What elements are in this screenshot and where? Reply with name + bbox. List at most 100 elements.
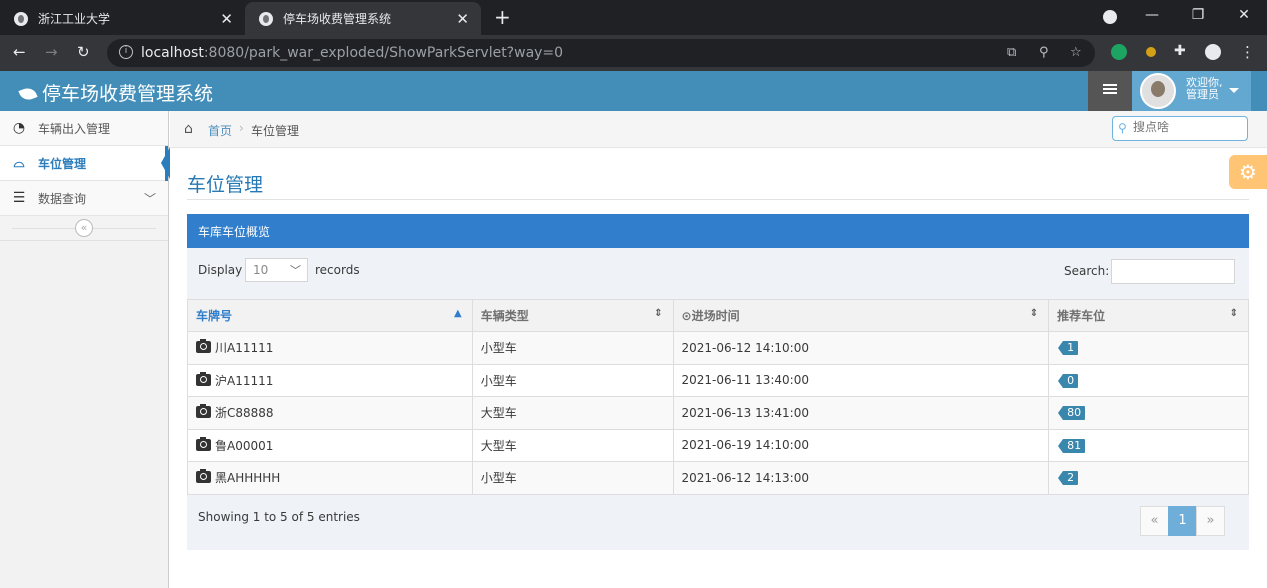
plate-cell[interactable]: 黑AHHHHH <box>187 461 473 495</box>
tab-search-icon[interactable] <box>1103 10 1117 24</box>
slot-cell: 2 <box>1048 461 1249 495</box>
info-icon[interactable]: i <box>119 45 133 59</box>
menu-dots-icon[interactable]: ⋮ <box>1240 43 1255 61</box>
camera-icon[interactable] <box>196 371 211 386</box>
sidebar-item-label: 数据查询 <box>38 191 87 206</box>
chevron-down-icon: ﹀ <box>290 264 301 277</box>
column-header-label: 进场时间 <box>691 309 740 323</box>
tasks-button[interactable] <box>1088 71 1132 111</box>
sort-icon: ⇕ <box>654 308 663 319</box>
camera-icon[interactable] <box>196 469 211 484</box>
nav-search-input[interactable] <box>1133 120 1243 134</box>
inbox-icon: ⌓ <box>13 155 25 171</box>
sidebar-item-vehicle-io[interactable]: ◔ 车辆出入管理 <box>0 111 168 146</box>
double-left-icon[interactable]: « <box>75 219 93 237</box>
plate-cell[interactable]: 浙C88888 <box>187 396 473 430</box>
close-tab-icon[interactable]: ✕ <box>456 10 469 28</box>
minimize-icon[interactable]: — <box>1129 0 1175 30</box>
divider <box>187 199 1249 200</box>
brand[interactable]: 停车场收费管理系统 <box>18 79 214 106</box>
sidebar-collapse: « <box>0 216 168 241</box>
widget-title: 车库车位概览 <box>187 214 1249 248</box>
extension-icon[interactable] <box>1111 44 1127 60</box>
plate-text: 浙C88888 <box>215 406 274 421</box>
column-header-type[interactable]: 车辆类型 ⇕ <box>471 299 674 332</box>
slot-cell: 0 <box>1048 363 1249 397</box>
plate-text: 黑AHHHHH <box>215 471 281 486</box>
plate-cell[interactable]: 川A11111 <box>187 331 473 365</box>
plate-text: 沪A11111 <box>215 373 274 388</box>
sidebar-item-label: 车辆出入管理 <box>38 121 111 136</box>
restore-icon[interactable]: ❐ <box>1175 0 1221 30</box>
leaf-icon <box>18 85 38 103</box>
table-row: 浙C88888 大型车 2021-06-13 13:41:00 80 <box>187 396 1249 430</box>
time-cell: 2021-06-12 14:10:00 <box>672 331 1050 365</box>
address-bar[interactable]: i localhost:8080/park_war_exploded/ShowP… <box>107 39 1095 67</box>
window-controls: — ❐ ✕ <box>1129 0 1267 30</box>
gear-icon: ⚙ <box>1239 160 1257 184</box>
reload-icon[interactable]: ↻ <box>77 43 90 61</box>
display-label: Display <box>198 263 243 277</box>
time-cell: 2021-06-13 13:41:00 <box>672 396 1050 430</box>
time-cell: 2021-06-11 13:40:00 <box>672 363 1050 397</box>
close-window-icon[interactable]: ✕ <box>1221 0 1267 30</box>
list-icon: ☰ <box>12 190 26 206</box>
user-menu[interactable]: 欢迎你, 管理员 <box>1132 71 1251 111</box>
new-tab-icon[interactable]: + <box>494 5 511 29</box>
plate-cell[interactable]: 沪A11111 <box>187 363 473 397</box>
table-header-row: 车牌号 ▲ 车辆类型 ⇕ ⊙进场时间 ⇕ 推荐车位 ⇕ <box>187 299 1249 332</box>
tab-title: 浙江工业大学 <box>38 12 111 26</box>
user-name: 管理员 <box>1186 88 1219 101</box>
tasks-icon <box>1103 84 1117 86</box>
camera-icon[interactable] <box>196 436 211 451</box>
extension-icon[interactable] <box>1143 44 1159 60</box>
sidebar-item-parking-space[interactable]: ⌓ 车位管理 <box>0 146 170 181</box>
slot-cell: 81 <box>1048 428 1249 462</box>
table-row: 沪A11111 小型车 2021-06-11 13:40:00 0 <box>187 363 1249 397</box>
table-row: 黑AHHHHH 小型车 2021-06-12 14:13:00 2 <box>187 461 1249 495</box>
page-size-select[interactable]: 10 ﹀ <box>245 258 308 282</box>
zoom-icon[interactable]: ⚲ <box>1039 45 1049 60</box>
settings-gear-button[interactable]: ⚙ <box>1229 155 1267 189</box>
pagination-next[interactable]: » <box>1196 506 1225 536</box>
column-header-slot[interactable]: 推荐车位 ⇕ <box>1048 299 1249 332</box>
breadcrumb-separator: › <box>239 121 244 135</box>
back-icon[interactable]: ← <box>13 43 26 61</box>
plate-cell[interactable]: 鲁A00001 <box>187 428 473 462</box>
translate-icon[interactable]: ⧉ <box>1007 45 1016 60</box>
table-row: 川A11111 小型车 2021-06-12 14:10:00 1 <box>187 331 1249 365</box>
url-text[interactable]: localhost:8080/park_war_exploded/ShowPar… <box>141 45 563 61</box>
chevron-down-icon: ﹀ <box>143 191 156 206</box>
page-title: 车位管理 <box>187 174 264 196</box>
browser-toolbar: ← → ↻ i localhost:8080/park_war_exploded… <box>0 35 1267 71</box>
type-cell: 大型车 <box>471 428 674 462</box>
profile-icon[interactable] <box>1205 44 1221 60</box>
camera-icon[interactable] <box>196 404 211 419</box>
sort-asc-icon: ▲ <box>454 308 462 319</box>
camera-icon[interactable] <box>196 339 211 354</box>
pagination-prev[interactable]: « <box>1140 506 1169 536</box>
puzzle-icon[interactable]: ✚ <box>1174 43 1186 59</box>
brand-title: 停车场收费管理系统 <box>42 83 214 105</box>
table-search-input[interactable] <box>1111 259 1235 284</box>
column-header-plate[interactable]: 车牌号 ▲ <box>187 299 473 332</box>
slot-cell: 1 <box>1048 331 1249 365</box>
sidebar-item-data-query[interactable]: ☰ 数据查询 ﹀ <box>0 181 168 216</box>
browser-tab[interactable]: 浙江工业大学 ✕ <box>0 2 245 35</box>
globe-icon <box>259 11 273 26</box>
browser-tab-active[interactable]: 停车场收费管理系统 ✕ <box>245 2 481 35</box>
tab-title: 停车场收费管理系统 <box>283 12 392 26</box>
type-cell: 大型车 <box>471 396 674 430</box>
slot-badge: 2 <box>1058 471 1079 486</box>
slot-badge: 1 <box>1058 341 1079 356</box>
plate-text: 鲁A00001 <box>215 438 274 453</box>
column-header-time[interactable]: ⊙进场时间 ⇕ <box>672 299 1050 332</box>
caret-down-icon <box>1229 88 1239 93</box>
close-tab-icon[interactable]: ✕ <box>220 10 233 28</box>
breadcrumb-home-link[interactable]: 首页 <box>208 122 232 139</box>
star-icon[interactable]: ☆ <box>1070 45 1082 60</box>
forward-icon[interactable]: → <box>45 43 58 61</box>
table-row: 鲁A00001 大型车 2021-06-19 14:10:00 81 <box>187 428 1249 462</box>
home-icon: ⌂ <box>184 121 193 137</box>
pagination-page[interactable]: 1 <box>1168 506 1197 536</box>
